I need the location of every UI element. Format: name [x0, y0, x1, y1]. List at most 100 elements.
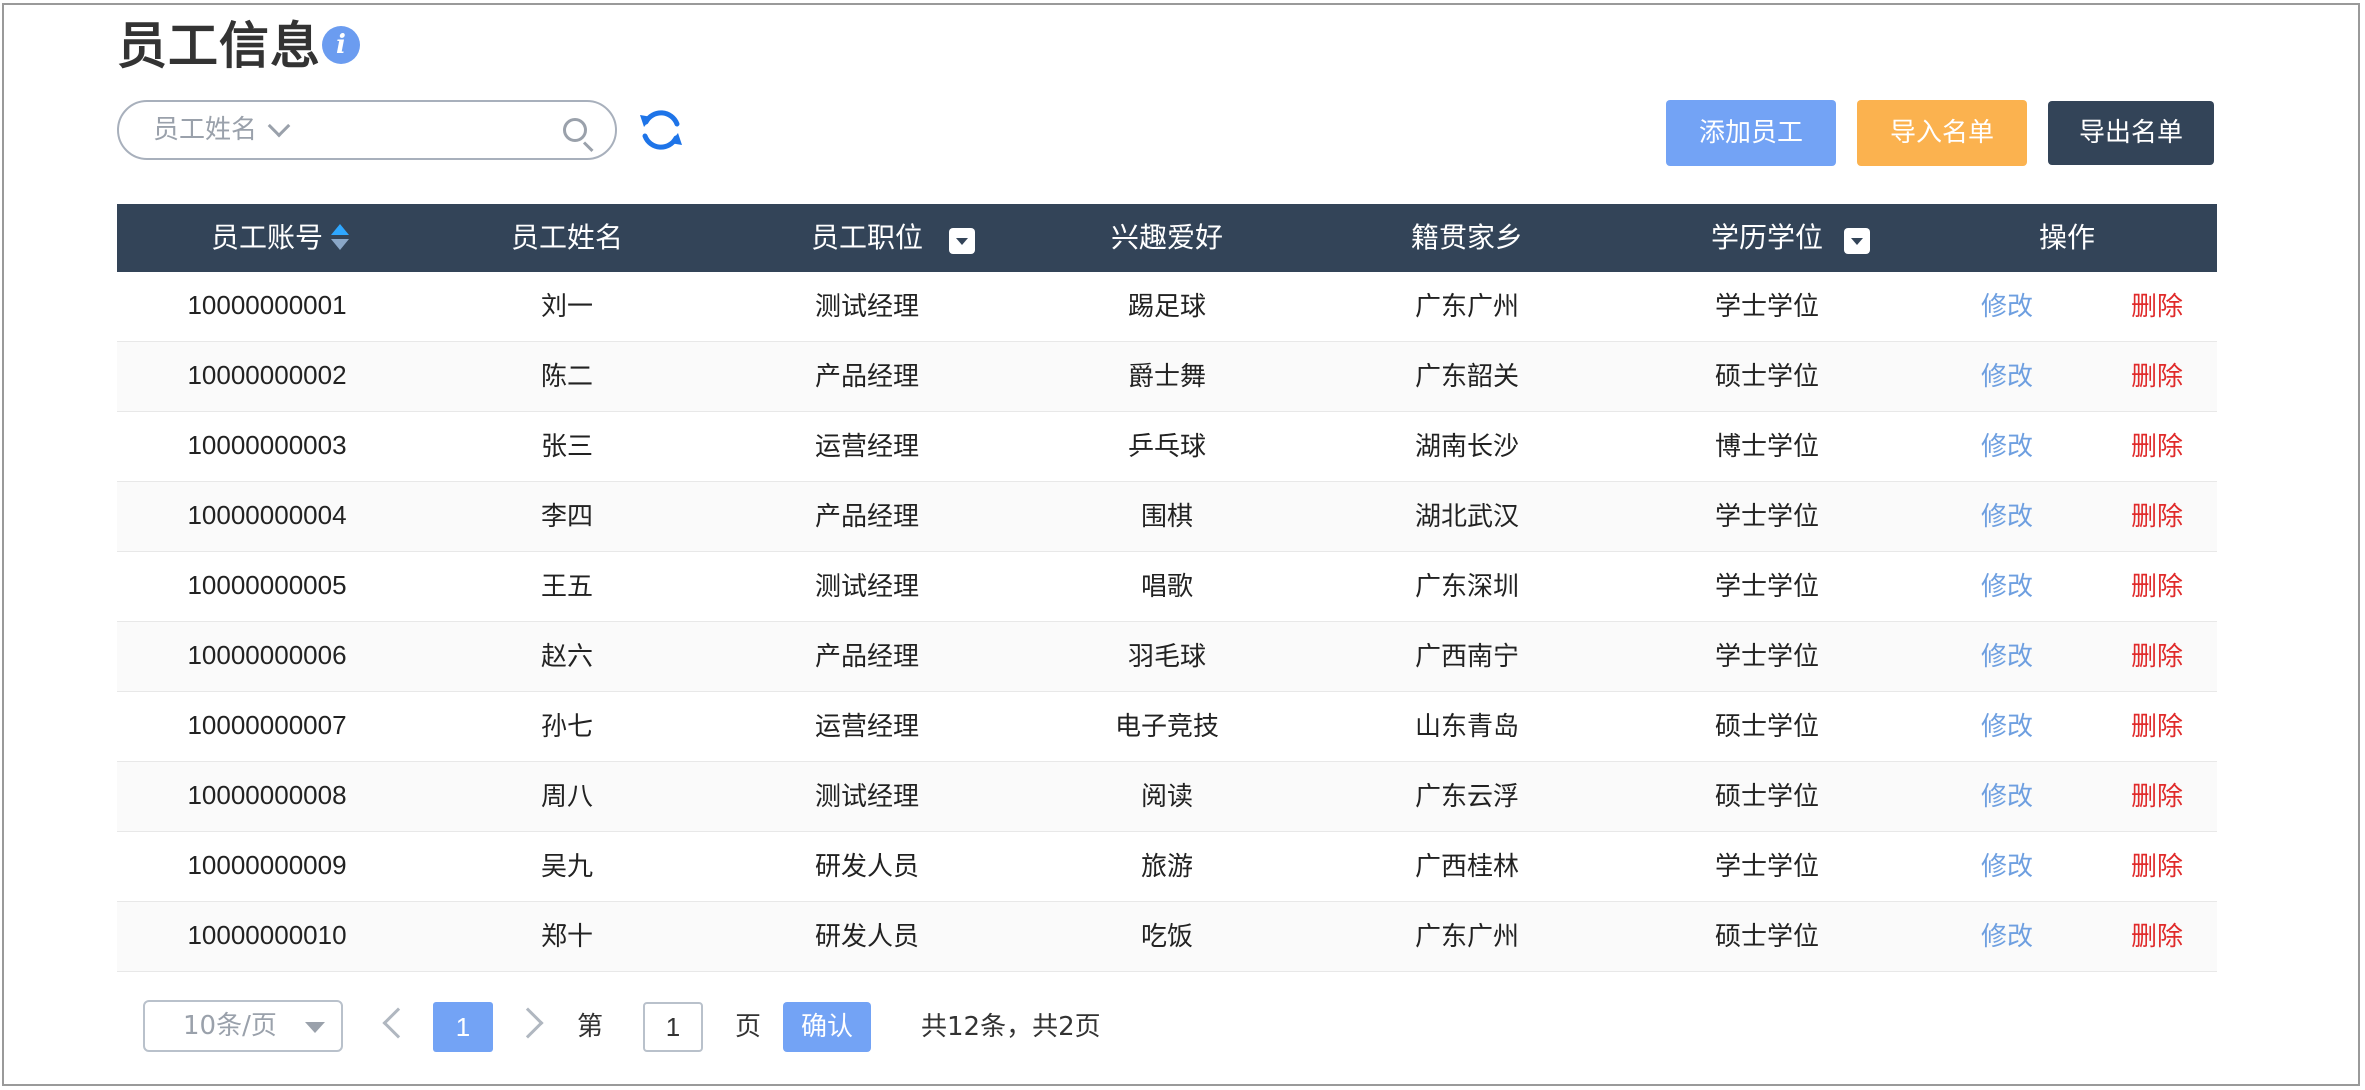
- delete-link[interactable]: 删除: [2077, 342, 2237, 412]
- edit-link[interactable]: 修改: [1927, 412, 2087, 482]
- cell-hobby: 踢足球: [1127, 292, 1206, 322]
- page-size-label: 10条/页: [183, 1011, 277, 1041]
- pagination-summary: 共12条，共2页: [921, 1012, 1101, 1042]
- table-row: 10000000003 张三 运营经理 乒乓球 湖南长沙 博士学位 修改 删除: [117, 412, 2217, 482]
- header-account-label: 员工账号: [210, 221, 323, 254]
- page-size-select[interactable]: 10条/页: [143, 1000, 343, 1052]
- cell-degree: 学士学位: [1714, 572, 1819, 602]
- cell-name: 周八: [540, 782, 593, 812]
- refresh-icon[interactable]: [637, 106, 685, 154]
- cell-hobby: 旅游: [1140, 852, 1193, 882]
- delete-link[interactable]: 删除: [2077, 412, 2237, 482]
- table-header: 员工账号 员工姓名 员工职位 兴趣爱好 籍贯家乡 学历学位 操作: [117, 204, 2217, 272]
- delete-link[interactable]: 删除: [2077, 552, 2237, 622]
- cell-name: 郑十: [540, 922, 593, 952]
- search-field-select[interactable]: 员工姓名: [153, 102, 257, 158]
- cell-hometown: 广东广州: [1414, 292, 1519, 322]
- cell-name: 张三: [540, 432, 593, 462]
- delete-link[interactable]: 删除: [2077, 762, 2237, 832]
- edit-link[interactable]: 修改: [1927, 692, 2087, 762]
- cell-hobby: 阅读: [1140, 782, 1193, 812]
- cell-name: 孙七: [540, 712, 593, 742]
- confirm-button[interactable]: 确认: [783, 1002, 871, 1052]
- sort-asc-icon[interactable]: [331, 224, 349, 235]
- goto-prefix: 第: [577, 1012, 604, 1042]
- page-title: 员工信息: [117, 17, 321, 75]
- edit-link[interactable]: 修改: [1927, 902, 2087, 972]
- cell-account: 10000000009: [187, 850, 347, 880]
- table-row: 10000000006 赵六 产品经理 羽毛球 广西南宁 学士学位 修改 删除: [117, 622, 2217, 692]
- cell-hometown: 湖北武汉: [1414, 502, 1519, 532]
- employee-table: 员工账号 员工姓名 员工职位 兴趣爱好 籍贯家乡 学历学位 操作 1000000…: [117, 204, 2217, 972]
- cell-account: 10000000004: [187, 500, 347, 530]
- delete-link[interactable]: 删除: [2077, 482, 2237, 552]
- chevron-left-icon[interactable]: [382, 1007, 414, 1039]
- search-input[interactable]: [319, 108, 559, 152]
- header-degree: 学历学位: [1617, 204, 1917, 272]
- filter-degree-icon[interactable]: [1844, 228, 1870, 254]
- cell-name: 王五: [540, 572, 593, 602]
- cell-position: 测试经理: [814, 782, 919, 812]
- cell-degree: 硕士学位: [1714, 362, 1819, 392]
- cell-hometown: 广东深圳: [1414, 572, 1519, 602]
- cell-account: 10000000003: [187, 430, 347, 460]
- cell-hometown: 广东广州: [1414, 922, 1519, 952]
- cell-account: 10000000006: [187, 640, 347, 670]
- edit-link[interactable]: 修改: [1927, 482, 2087, 552]
- edit-link[interactable]: 修改: [1927, 622, 2087, 692]
- cell-hobby: 爵士舞: [1127, 362, 1206, 392]
- edit-link[interactable]: 修改: [1927, 832, 2087, 902]
- cell-hobby: 吃饭: [1140, 922, 1193, 952]
- edit-link[interactable]: 修改: [1927, 762, 2087, 832]
- cell-account: 10000000010: [187, 920, 347, 950]
- cell-name: 李四: [540, 502, 593, 532]
- cell-hometown: 广西南宁: [1414, 642, 1519, 672]
- edit-link[interactable]: 修改: [1927, 342, 2087, 412]
- caret-down-icon: [305, 1022, 325, 1033]
- export-list-button[interactable]: 导出名单: [2048, 101, 2214, 165]
- cell-name: 吴九: [540, 852, 593, 882]
- cell-account: 10000000001: [187, 290, 347, 320]
- goto-suffix: 页: [735, 1012, 762, 1042]
- cell-account: 10000000005: [187, 570, 347, 600]
- cell-position: 研发人员: [814, 852, 919, 882]
- cell-account: 10000000008: [187, 780, 347, 810]
- add-employee-button[interactable]: 添加员工: [1666, 100, 1836, 166]
- header-account[interactable]: 员工账号: [117, 204, 417, 272]
- delete-link[interactable]: 删除: [2077, 272, 2237, 342]
- cell-degree: 学士学位: [1714, 642, 1819, 672]
- edit-link[interactable]: 修改: [1927, 552, 2087, 622]
- delete-link[interactable]: 删除: [2077, 832, 2237, 902]
- cell-position: 产品经理: [814, 502, 919, 532]
- cell-hometown: 湖南长沙: [1414, 432, 1519, 462]
- sort-desc-icon[interactable]: [331, 239, 349, 250]
- filter-position-icon[interactable]: [949, 228, 975, 254]
- table-row: 10000000008 周八 测试经理 阅读 广东云浮 硕士学位 修改 删除: [117, 762, 2217, 832]
- import-list-button[interactable]: 导入名单: [1857, 100, 2027, 166]
- header-hobby: 兴趣爱好: [1110, 221, 1223, 254]
- page-number-current[interactable]: 1: [433, 1002, 493, 1052]
- cell-position: 研发人员: [814, 922, 919, 952]
- header-position-label: 员工职位: [810, 221, 923, 254]
- cell-degree: 博士学位: [1714, 432, 1819, 462]
- sort-icon[interactable]: [331, 224, 349, 252]
- goto-page-input[interactable]: [643, 1002, 703, 1052]
- chevron-right-icon[interactable]: [512, 1007, 544, 1039]
- table-body: 10000000001 刘一 测试经理 踢足球 广东广州 学士学位 修改 删除 10000000…: [117, 272, 2217, 972]
- cell-position: 产品经理: [814, 362, 919, 392]
- info-icon[interactable]: i: [322, 26, 360, 64]
- chevron-down-icon[interactable]: [267, 114, 291, 138]
- edit-link[interactable]: 修改: [1927, 272, 2087, 342]
- cell-account: 10000000002: [187, 360, 347, 390]
- cell-degree: 学士学位: [1714, 502, 1819, 532]
- search-icon[interactable]: [563, 118, 587, 142]
- table-row: 10000000004 李四 产品经理 围棋 湖北武汉 学士学位 修改 删除: [117, 482, 2217, 552]
- delete-link[interactable]: 删除: [2077, 692, 2237, 762]
- delete-link[interactable]: 删除: [2077, 622, 2237, 692]
- cell-name: 赵六: [540, 642, 593, 672]
- search-field-label: 员工姓名: [153, 115, 258, 145]
- cell-hobby: 羽毛球: [1127, 642, 1206, 672]
- cell-position: 运营经理: [814, 432, 919, 462]
- table-row: 10000000002 陈二 产品经理 爵士舞 广东韶关 硕士学位 修改 删除: [117, 342, 2217, 412]
- delete-link[interactable]: 删除: [2077, 902, 2237, 972]
